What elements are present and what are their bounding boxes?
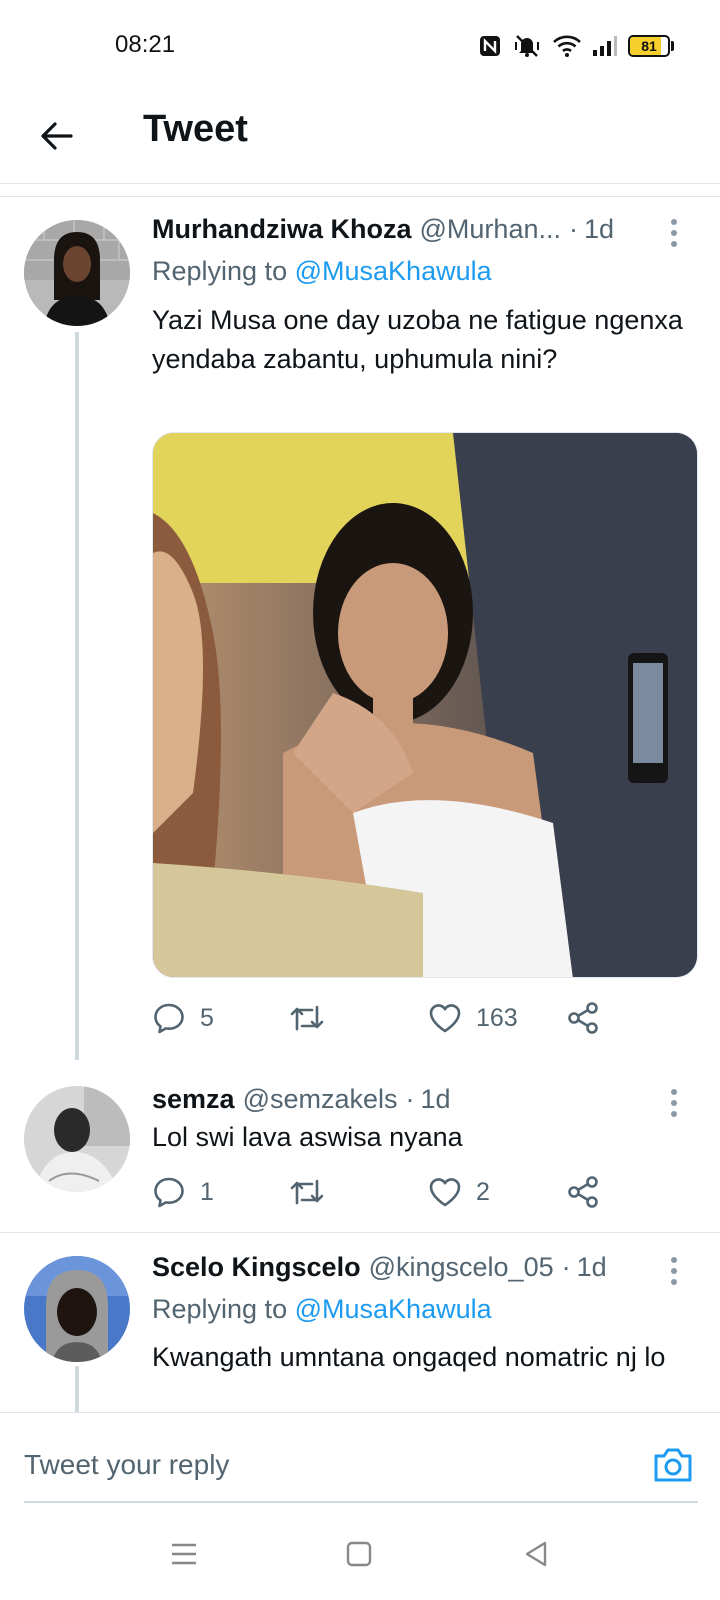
reply-count: 1 bbox=[200, 1177, 214, 1206]
reply-button[interactable]: 5 bbox=[152, 998, 214, 1038]
battery-body: 81 bbox=[628, 35, 670, 57]
reply-input-underline bbox=[24, 1501, 698, 1503]
status-time: 08:21 bbox=[115, 31, 176, 58]
tweet-divider bbox=[0, 1232, 720, 1233]
like-button[interactable]: 163 bbox=[428, 998, 518, 1038]
display-name[interactable]: Murhandziwa Khoza bbox=[152, 214, 412, 245]
battery-icon: 81 bbox=[628, 35, 674, 57]
camera-icon bbox=[654, 1448, 692, 1482]
reply-input[interactable]: Tweet your reply bbox=[24, 1449, 229, 1481]
nfc-icon bbox=[478, 34, 502, 58]
share-icon bbox=[568, 1002, 598, 1034]
more-options-button[interactable] bbox=[662, 216, 686, 250]
separator-dot: · bbox=[568, 214, 578, 244]
nav-home-button[interactable] bbox=[337, 1532, 381, 1576]
tweet-text: Yazi Musa one day uzoba ne fatigue ngenx… bbox=[152, 305, 683, 374]
tweet-time: 1d bbox=[420, 1084, 451, 1114]
signal-icon bbox=[592, 35, 618, 57]
like-button[interactable]: 2 bbox=[428, 1172, 490, 1212]
status-bar: 08:21 81 bbox=[0, 0, 720, 90]
tweet-actions: 5 163 bbox=[152, 998, 612, 1038]
retweet-button[interactable] bbox=[288, 998, 340, 1038]
home-square-icon bbox=[346, 1541, 372, 1567]
like-count: 2 bbox=[476, 1177, 490, 1206]
tweet-time: 1d bbox=[576, 1252, 607, 1282]
reply-count: 5 bbox=[200, 1003, 214, 1032]
share-icon bbox=[568, 1176, 598, 1208]
battery-tip bbox=[671, 41, 674, 51]
tweet-header: Murhandziwa Khoza @Murhan... · 1d bbox=[152, 214, 614, 245]
like-count: 163 bbox=[476, 1003, 518, 1032]
user-handle[interactable]: @kingscelo_05 bbox=[369, 1252, 554, 1283]
tweet-text: Lol swi lava aswisa nyana bbox=[152, 1122, 463, 1152]
more-options-button[interactable] bbox=[662, 1086, 686, 1120]
replying-to-link[interactable]: @MusaKhawula bbox=[295, 256, 492, 286]
thread-line bbox=[75, 1366, 79, 1412]
user-handle[interactable]: @Murhan... bbox=[420, 214, 561, 245]
replying-to: Replying to @MusaKhawula bbox=[152, 1294, 492, 1325]
retweet-button[interactable] bbox=[288, 1172, 340, 1212]
reply-icon bbox=[154, 1003, 184, 1034]
share-button[interactable] bbox=[566, 998, 600, 1038]
system-nav-bar bbox=[0, 1512, 720, 1600]
tweet-text: Kwangath umntana ongaqed nomatric nj lo bbox=[152, 1342, 666, 1372]
top-bar: Tweet bbox=[0, 90, 720, 184]
reply-button[interactable]: 1 bbox=[152, 1172, 214, 1212]
header-divider bbox=[0, 196, 720, 197]
reply-icon bbox=[154, 1177, 184, 1208]
tweet-header: semza @semzakels · 1d bbox=[152, 1084, 451, 1115]
separator-dot: · bbox=[405, 1084, 415, 1114]
nav-back-button[interactable] bbox=[514, 1532, 558, 1576]
share-button[interactable] bbox=[566, 1172, 600, 1212]
heart-icon bbox=[429, 1178, 461, 1207]
replying-to-label: Replying to bbox=[152, 256, 288, 286]
tweet-actions: 1 2 bbox=[152, 1172, 612, 1212]
retweet-icon bbox=[290, 1005, 324, 1031]
tweet-media-image[interactable] bbox=[152, 432, 698, 978]
back-button[interactable] bbox=[34, 114, 78, 158]
wifi-icon bbox=[552, 34, 582, 58]
menu-icon bbox=[172, 1543, 196, 1565]
nav-menu-button[interactable] bbox=[162, 1532, 206, 1576]
tweet-time: 1d bbox=[583, 214, 615, 244]
replying-to: Replying to @MusaKhawula bbox=[152, 256, 492, 287]
more-options-button[interactable] bbox=[662, 1254, 686, 1288]
status-icons: 81 bbox=[478, 28, 674, 64]
avatar[interactable] bbox=[24, 1256, 130, 1362]
camera-button[interactable] bbox=[651, 1443, 695, 1487]
separator-dot: · bbox=[561, 1252, 571, 1282]
replying-to-label: Replying to bbox=[152, 1294, 288, 1324]
avatar[interactable] bbox=[24, 1086, 130, 1192]
back-triangle-icon bbox=[525, 1541, 547, 1567]
retweet-icon bbox=[290, 1179, 324, 1205]
heart-icon bbox=[429, 1004, 461, 1033]
replying-to-link[interactable]: @MusaKhawula bbox=[295, 1294, 492, 1324]
user-handle[interactable]: @semzakels bbox=[243, 1084, 398, 1115]
display-name[interactable]: semza bbox=[152, 1084, 235, 1115]
thread-line bbox=[75, 332, 79, 1060]
reply-composer: Tweet your reply bbox=[0, 1412, 720, 1512]
avatar[interactable] bbox=[24, 220, 130, 326]
mute-vibrate-icon bbox=[512, 33, 542, 59]
back-arrow-icon bbox=[41, 122, 73, 150]
page-title: Tweet bbox=[143, 108, 248, 150]
tweet-header: Scelo Kingscelo @kingscelo_05 · 1d bbox=[152, 1252, 607, 1283]
battery-level: 81 bbox=[641, 38, 657, 54]
display-name[interactable]: Scelo Kingscelo bbox=[152, 1252, 361, 1283]
